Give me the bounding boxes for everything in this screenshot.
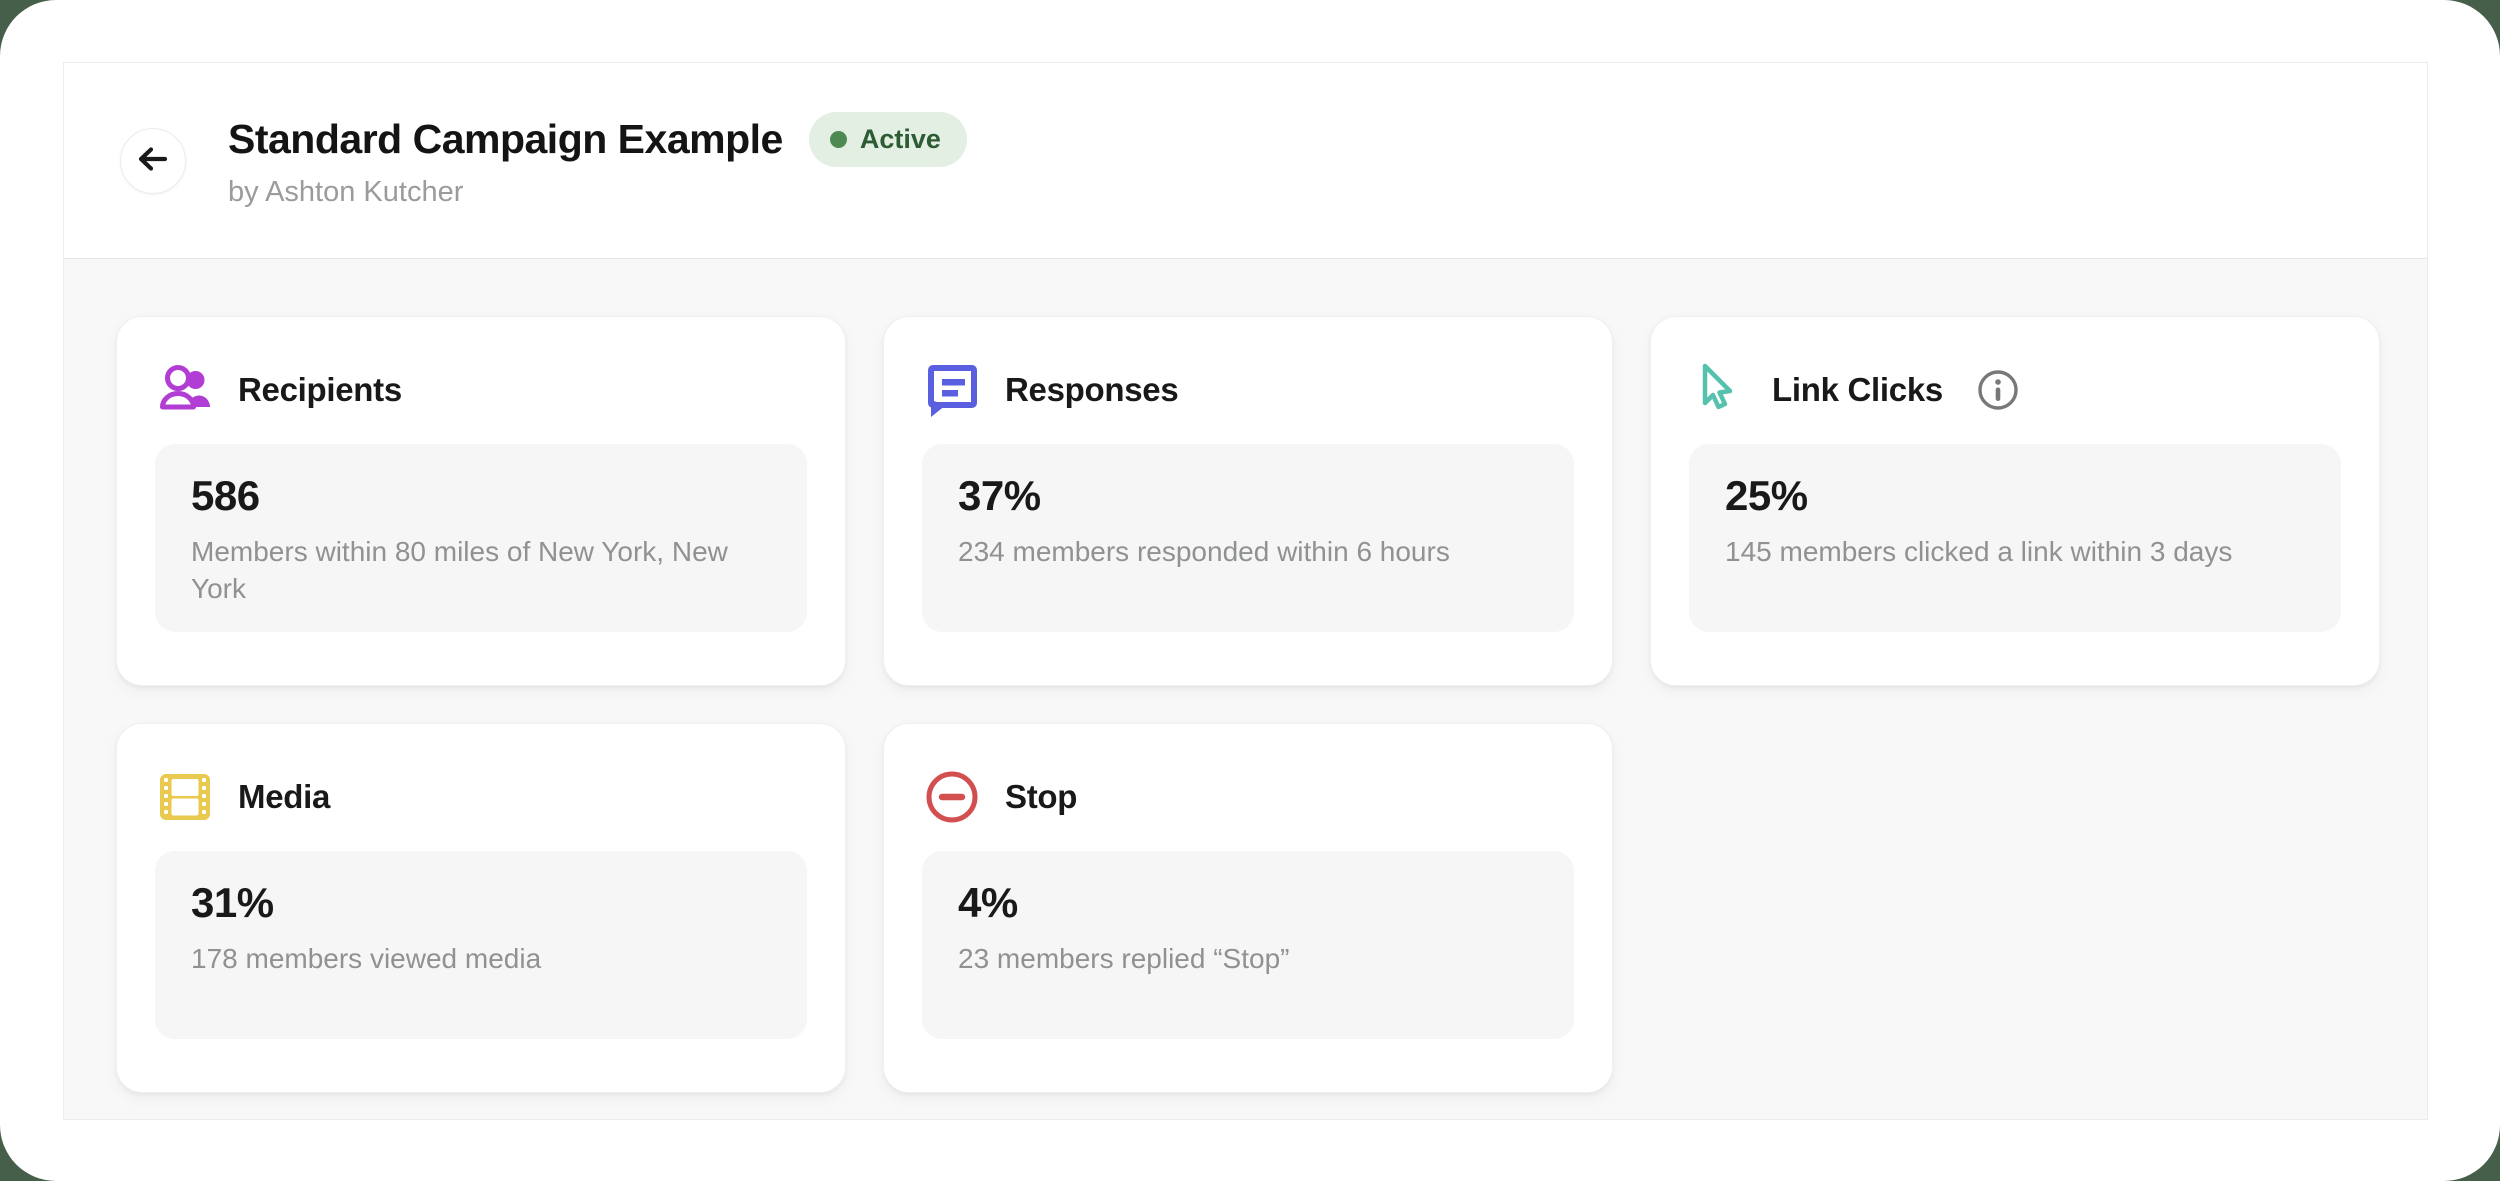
stat-card-stop: Stop 4% 23 members replied “Stop” <box>883 723 1613 1093</box>
campaign-byline: by Ashton Kutcher <box>228 176 967 209</box>
stat-card-link-clicks: Link Clicks 25% 145 members clicked a li… <box>1650 316 2380 686</box>
stat-description: 234 members responded within 6 hours <box>958 533 1538 570</box>
stat-box: 586 Members within 80 miles of New York,… <box>155 444 807 632</box>
stat-description: 145 members clicked a link within 3 days <box>1725 533 2305 570</box>
status-badge-label: Active <box>860 124 941 155</box>
card-title: Media <box>238 778 330 816</box>
stat-card-responses: Responses 37% 234 members responded with… <box>883 316 1613 686</box>
stat-card-recipients: Recipients 586 Members within 80 miles o… <box>116 316 846 686</box>
status-dot-icon <box>830 131 847 148</box>
card-title: Recipients <box>238 371 402 409</box>
app-window: Standard Campaign Example Active by Asht… <box>0 0 2500 1181</box>
campaign-panel: Standard Campaign Example Active by Asht… <box>63 62 2428 1120</box>
card-title: Stop <box>1005 778 1077 816</box>
status-badge: Active <box>809 112 967 167</box>
stat-value: 25% <box>1725 472 2305 520</box>
minus-circle-icon <box>922 767 982 827</box>
people-icon <box>155 360 215 420</box>
stats-grid: Recipients 586 Members within 80 miles o… <box>64 259 2427 1119</box>
cursor-icon <box>1689 360 1749 420</box>
page-title: Standard Campaign Example <box>228 116 783 163</box>
film-icon <box>155 767 215 827</box>
stat-description: 178 members viewed media <box>191 940 771 977</box>
stat-value: 31% <box>191 879 771 927</box>
title-block: Standard Campaign Example Active by Asht… <box>228 112 967 209</box>
stat-box: 25% 145 members clicked a link within 3 … <box>1689 444 2341 632</box>
campaign-header: Standard Campaign Example Active by Asht… <box>64 63 2427 259</box>
info-icon[interactable] <box>1976 368 2020 412</box>
stat-box: 37% 234 members responded within 6 hours <box>922 444 1574 632</box>
card-title: Link Clicks <box>1772 371 1943 409</box>
stat-box: 31% 178 members viewed media <box>155 851 807 1039</box>
message-icon <box>922 360 982 420</box>
stat-value: 586 <box>191 472 771 520</box>
back-button[interactable] <box>120 128 186 194</box>
card-title: Responses <box>1005 371 1178 409</box>
stat-value: 37% <box>958 472 1538 520</box>
stat-value: 4% <box>958 879 1538 927</box>
back-arrow-icon <box>134 140 172 181</box>
stat-card-media: Media 31% 178 members viewed media <box>116 723 846 1093</box>
stat-description: Members within 80 miles of New York, New… <box>191 533 771 607</box>
stat-box: 4% 23 members replied “Stop” <box>922 851 1574 1039</box>
stat-description: 23 members replied “Stop” <box>958 940 1538 977</box>
